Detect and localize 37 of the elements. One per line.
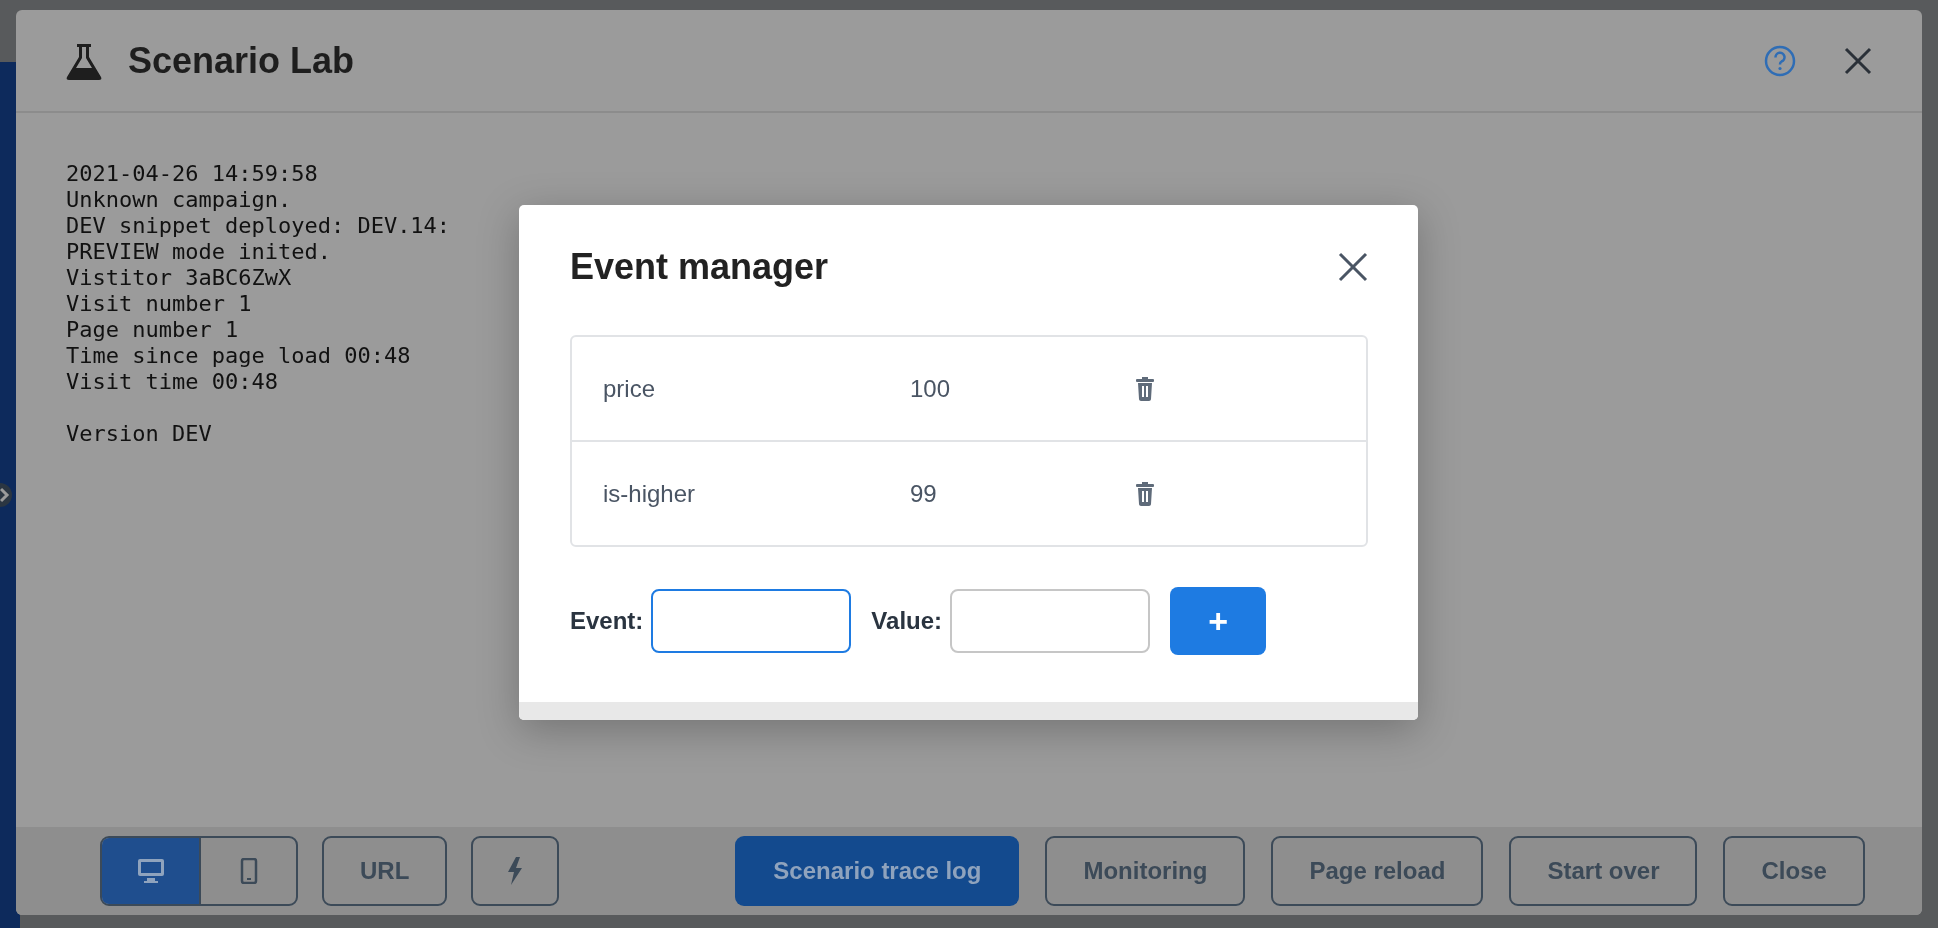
lightning-button[interactable] <box>471 836 560 906</box>
event-value: 99 <box>910 479 938 508</box>
action-button[interactable]: Scenario trace log <box>735 836 1020 906</box>
dialog-title: Event manager <box>570 246 830 288</box>
url-button[interactable]: URL <box>322 836 448 906</box>
log-line: DEV snippet deployed: DEV.14: <box>66 213 451 239</box>
desktop-view-button[interactable] <box>102 838 199 904</box>
action-button[interactable]: Page reload <box>1271 836 1484 906</box>
add-button[interactable]: + <box>1170 587 1267 655</box>
log-line: Visit time 00:48 <box>66 369 278 395</box>
field-label: Value: <box>871 607 943 635</box>
delete-icon[interactable] <box>1135 376 1155 401</box>
log-line: PREVIEW mode inited. <box>66 239 331 265</box>
log-line: Unknown campaign. <box>66 187 292 213</box>
monitor-icon <box>136 858 165 884</box>
value-input[interactable] <box>950 589 1151 653</box>
action-button[interactable]: Close <box>1723 836 1865 906</box>
event-value: 100 <box>910 374 952 403</box>
arrow-icon[interactable] <box>0 482 12 508</box>
close-icon[interactable] <box>1844 46 1872 75</box>
flask-icon <box>66 41 102 80</box>
log-line: Page number 1 <box>66 317 239 343</box>
action-button[interactable]: Monitoring <box>1045 836 1246 906</box>
log-line: 2021-04-26 14:59:58 <box>66 161 318 187</box>
event-name: price <box>602 374 657 403</box>
field-label: Event: <box>570 607 644 635</box>
close-icon[interactable] <box>1338 252 1368 282</box>
log-line: Vistitor 3aBC6ZwX <box>66 265 292 291</box>
delete-icon[interactable] <box>1135 481 1155 506</box>
window-title: Scenario Lab <box>128 39 356 82</box>
log-line: Time since page load 00:48 <box>66 343 411 369</box>
action-button[interactable]: Start over <box>1509 836 1698 906</box>
version-text: Version DEV <box>66 421 212 447</box>
event-name: is-higher <box>602 479 697 508</box>
event-input[interactable] <box>651 589 852 653</box>
log-line: Visit number 1 <box>66 291 252 317</box>
lightning-icon <box>507 857 524 885</box>
